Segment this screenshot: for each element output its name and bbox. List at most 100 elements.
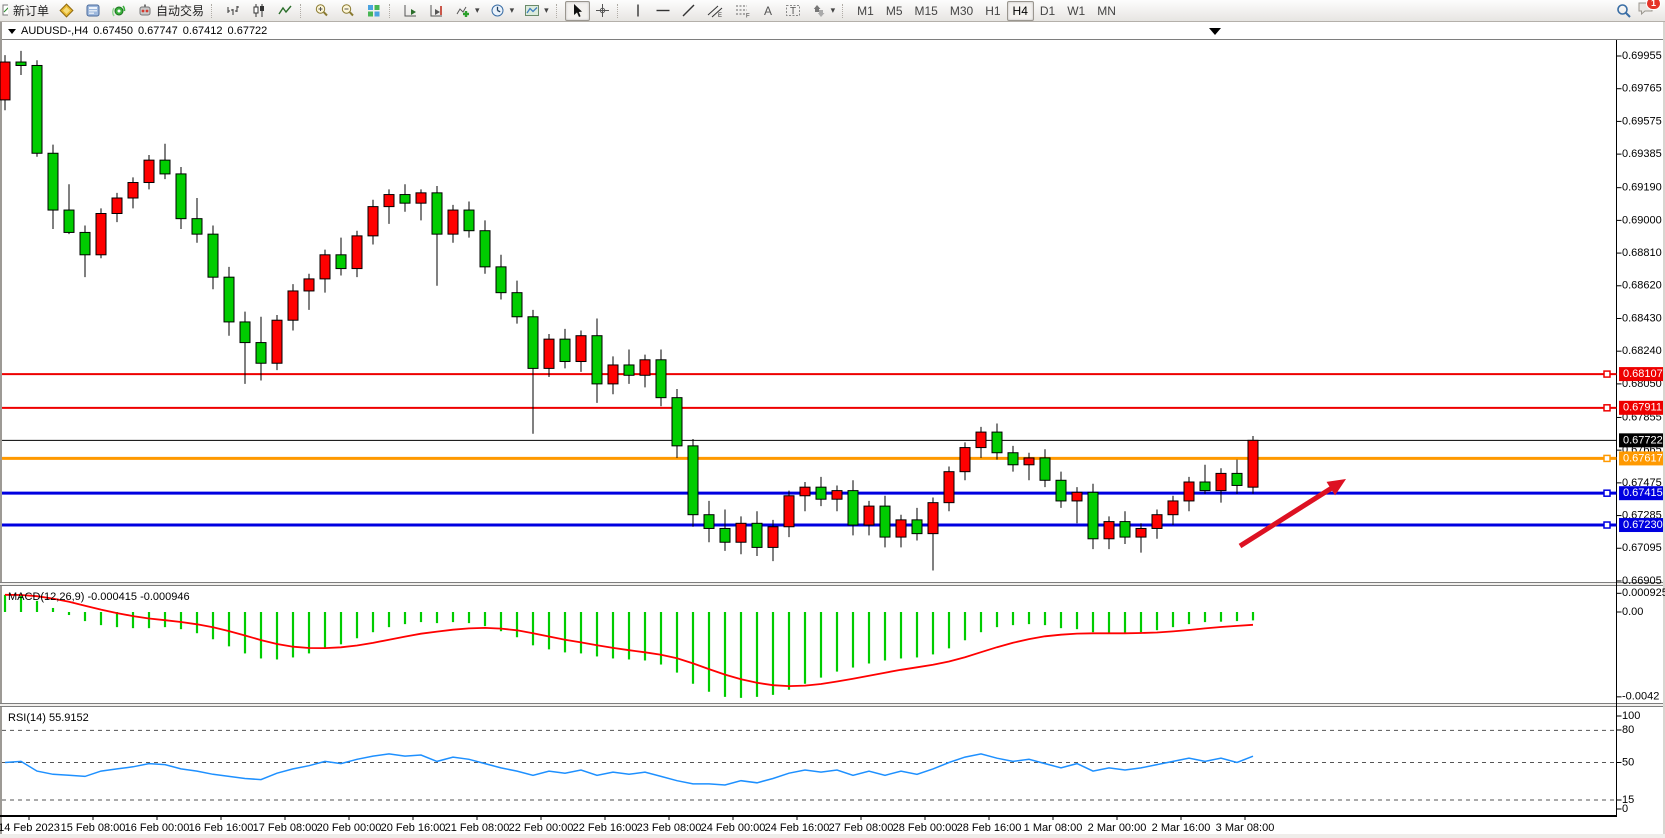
tile-windows-button[interactable] (361, 1, 387, 21)
equidistant-channel-tool-button[interactable]: E (702, 1, 729, 21)
time-axis-label: 16 Feb 00:00 (125, 822, 190, 834)
candle-bearish (512, 293, 522, 317)
timeframe-button-m15[interactable]: M15 (909, 1, 944, 21)
line-handle[interactable] (1604, 405, 1610, 411)
timeframe-button-m30[interactable]: M30 (944, 1, 979, 21)
time-axis-label: 20 Feb 00:00 (317, 822, 382, 834)
candle-bullish (1248, 440, 1258, 487)
time-axis-label: 16 Feb 16:00 (189, 822, 254, 834)
candle-bullish (784, 496, 794, 527)
candle-bullish (128, 183, 138, 198)
candle-bearish (80, 232, 90, 254)
candle-bearish (704, 515, 714, 529)
vertical-line-tool-button[interactable] (626, 1, 650, 21)
line-handle[interactable] (1604, 371, 1610, 377)
time-axis-label: 1 Mar 08:00 (1024, 822, 1083, 834)
time-axis-label: 22 Feb 00:00 (509, 822, 574, 834)
candle-bearish (48, 153, 58, 210)
price-tick-label: 0.68810 (1622, 247, 1662, 259)
time-axis-label: 24 Feb 00:00 (701, 822, 766, 834)
horizontal-line-tool-button[interactable] (650, 1, 676, 21)
text-label-tool-button[interactable]: T (780, 1, 806, 21)
toolbar-grip (300, 4, 305, 18)
candle-bullish (1136, 528, 1146, 537)
auto-trading-icon (137, 3, 153, 18)
templates-button[interactable]: ▾ (519, 1, 554, 21)
zoom-out-button[interactable] (335, 1, 361, 21)
zoom-in-button[interactable] (309, 1, 335, 21)
candle-bearish (16, 62, 26, 65)
candle-bearish (400, 195, 410, 204)
fibonacci-tool-button[interactable]: F (729, 1, 756, 21)
candle-bearish (336, 255, 346, 269)
arrows-tool-button[interactable]: ▾ (806, 1, 841, 21)
time-axis-label: 14 Feb 2023 (0, 822, 60, 834)
indicators-button[interactable]: ▾ (450, 1, 485, 21)
candlestick-chart-button[interactable] (246, 1, 272, 21)
timeframe-button-h4[interactable]: H4 (1007, 1, 1034, 21)
symbol-dropdown-icon[interactable] (8, 29, 16, 34)
line-handle[interactable] (1604, 490, 1610, 496)
line-chart-button[interactable] (272, 1, 298, 21)
candle-bearish (1200, 482, 1210, 491)
candle-bullish (320, 255, 330, 279)
profiles-button[interactable] (80, 1, 106, 21)
candle-bullish (1152, 515, 1162, 529)
timeframe-button-m1[interactable]: M1 (851, 1, 880, 21)
candle-bearish (672, 398, 682, 446)
time-axis-label: 24 Feb 16:00 (765, 822, 830, 834)
notifications-button[interactable]: 1 (1637, 0, 1655, 21)
timeframe-button-h1[interactable]: H1 (979, 1, 1006, 21)
chart-symbol-period: AUDUSD-,H4 (21, 25, 88, 37)
timeframe-button-m5[interactable]: M5 (880, 1, 909, 21)
candle-bearish (432, 193, 442, 234)
candle-bearish (240, 322, 250, 343)
crosshair-tool-button[interactable] (590, 1, 615, 21)
equidistant-channel-icon: E (707, 3, 724, 18)
candle-bullish (944, 472, 954, 503)
time-axis-label: 2 Mar 16:00 (1152, 822, 1211, 834)
templates-dropdown-caret: ▾ (544, 5, 549, 16)
candle-bearish (560, 339, 570, 361)
time-axis-label: 3 Mar 08:00 (1216, 822, 1275, 834)
candle-bearish (624, 365, 634, 375)
auto-scroll-button[interactable] (398, 1, 424, 21)
zoom-in-icon (314, 3, 330, 18)
candle-bullish (416, 193, 426, 203)
line-handle[interactable] (1604, 522, 1610, 528)
new-order-button[interactable]: 新订单 (8, 1, 54, 21)
timeframe-button-d1[interactable]: D1 (1034, 1, 1061, 21)
candle-bullish (768, 527, 778, 548)
line-handle[interactable] (1604, 455, 1610, 461)
candle-bearish (208, 234, 218, 277)
timeframe-button-mn[interactable]: MN (1091, 1, 1122, 21)
candle-bearish (592, 336, 602, 384)
timeframe-button-w1[interactable]: W1 (1061, 1, 1091, 21)
bar-chart-button[interactable] (220, 1, 246, 21)
candle-bearish (912, 520, 922, 534)
indicators-dropdown-caret: ▾ (475, 5, 480, 16)
tile-windows-icon (366, 3, 382, 18)
zoom-out-icon (340, 3, 356, 18)
candle-bearish (224, 277, 234, 322)
chart-shift-marker[interactable] (1209, 28, 1221, 35)
auto-trading-button[interactable]: 自动交易 (132, 1, 209, 21)
market-watch-button[interactable] (106, 1, 132, 21)
quotes-button[interactable] (54, 1, 80, 21)
arrows-dropdown-caret: ▾ (831, 5, 836, 16)
time-axis-label: 21 Feb 08:00 (445, 822, 510, 834)
candle-bearish (1040, 458, 1050, 480)
text-tool-button[interactable]: A (756, 1, 780, 21)
price-chart-canvas[interactable]: 0.699550.697650.695750.693850.691900.690… (0, 0, 1665, 838)
candle-bullish (1184, 482, 1194, 501)
search-button[interactable] (1611, 1, 1637, 21)
cursor-tool-button[interactable] (565, 1, 590, 21)
periods-button[interactable]: ▾ (485, 1, 520, 21)
candle-bearish (480, 231, 490, 267)
rsi-line (5, 754, 1253, 785)
candle-bearish (64, 210, 74, 232)
svg-text:E: E (718, 13, 722, 18)
candle-bullish (112, 198, 122, 213)
trendline-tool-button[interactable] (676, 1, 702, 21)
chart-shift-button[interactable] (424, 1, 450, 21)
